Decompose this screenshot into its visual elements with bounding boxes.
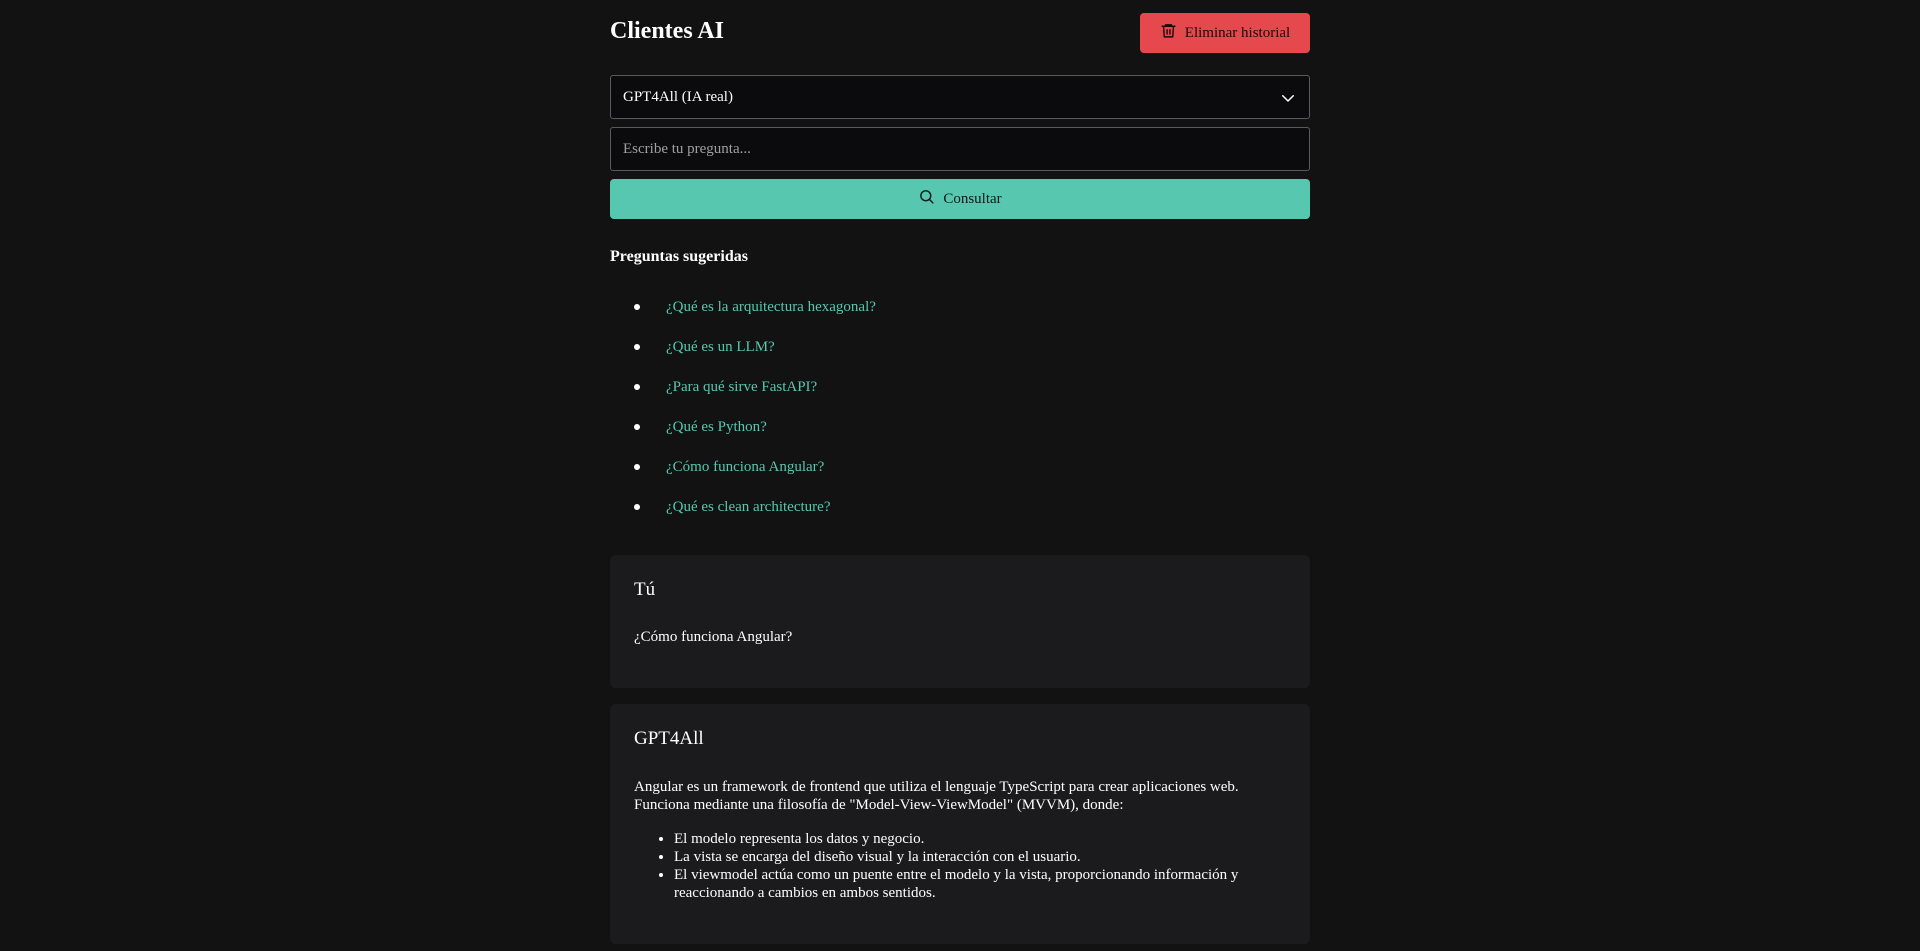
- bullet: [634, 504, 640, 510]
- suggestion-link[interactable]: ¿Cómo funciona Angular?: [666, 459, 824, 475]
- bullet: [634, 384, 640, 390]
- consult-label: Consultar: [943, 190, 1002, 207]
- suggestion-link[interactable]: ¿Qué es un LLM?: [666, 339, 775, 355]
- model-select-value: GPT4All (IA real): [623, 88, 733, 105]
- suggestion-item: ¿Cómo funciona Angular?: [610, 450, 1310, 490]
- bot-message-points: El modelo representa los datos y negocio…: [634, 830, 1286, 902]
- question-input[interactable]: [610, 127, 1310, 171]
- delete-history-label: Eliminar historial: [1184, 24, 1291, 41]
- suggestion-link[interactable]: ¿Qué es clean architecture?: [666, 499, 830, 515]
- bot-message-card: GPT4All Angular es un framework de front…: [610, 704, 1310, 944]
- suggestion-item: ¿Qué es la arquitectura hexagonal?: [610, 290, 1310, 330]
- model-select[interactable]: GPT4All (IA real): [610, 75, 1310, 119]
- bot-message-intro: Angular es un framework de frontend que …: [634, 779, 1239, 813]
- suggestion-link[interactable]: ¿Qué es Python?: [666, 419, 767, 435]
- suggestion-item: ¿Qué es un LLM?: [610, 330, 1310, 370]
- bot-author: GPT4All: [634, 728, 704, 749]
- suggestion-item: ¿Qué es clean architecture?: [610, 490, 1310, 530]
- chevron-down-icon: [1279, 89, 1297, 107]
- trash-icon: [1160, 22, 1177, 44]
- consult-button[interactable]: Consultar: [610, 179, 1310, 219]
- delete-history-button[interactable]: Eliminar historial: [1140, 13, 1310, 53]
- suggestion-item: ¿Qué es Python?: [610, 410, 1310, 450]
- suggestion-item: ¿Para qué sirve FastAPI?: [610, 370, 1310, 410]
- user-message-text: ¿Cómo funciona Angular?: [634, 629, 793, 645]
- bullet: [634, 464, 640, 470]
- header: Clientes AI Eliminar historial: [610, 13, 1310, 53]
- user-message-card: Tú ¿Cómo funciona Angular?: [610, 555, 1310, 688]
- suggestions-title: Preguntas sugeridas: [610, 248, 748, 265]
- suggestion-link[interactable]: ¿Para qué sirve FastAPI?: [666, 379, 817, 395]
- bullet: [634, 424, 640, 430]
- bullet: [634, 344, 640, 350]
- bot-point: La vista se encarga del diseño visual y …: [674, 848, 1286, 866]
- bot-point: El modelo representa los datos y negocio…: [674, 830, 1286, 848]
- search-icon: [918, 188, 935, 210]
- bot-point: El viewmodel actúa como un puente entre …: [674, 866, 1286, 902]
- page-title: Clientes AI: [610, 18, 724, 44]
- bullet: [634, 304, 640, 310]
- suggestion-link[interactable]: ¿Qué es la arquitectura hexagonal?: [666, 299, 876, 315]
- user-author: Tú: [634, 579, 656, 600]
- bot-message-body: Angular es un framework de frontend que …: [634, 778, 1286, 902]
- suggestions-list: ¿Qué es la arquitectura hexagonal? ¿Qué …: [610, 290, 1310, 530]
